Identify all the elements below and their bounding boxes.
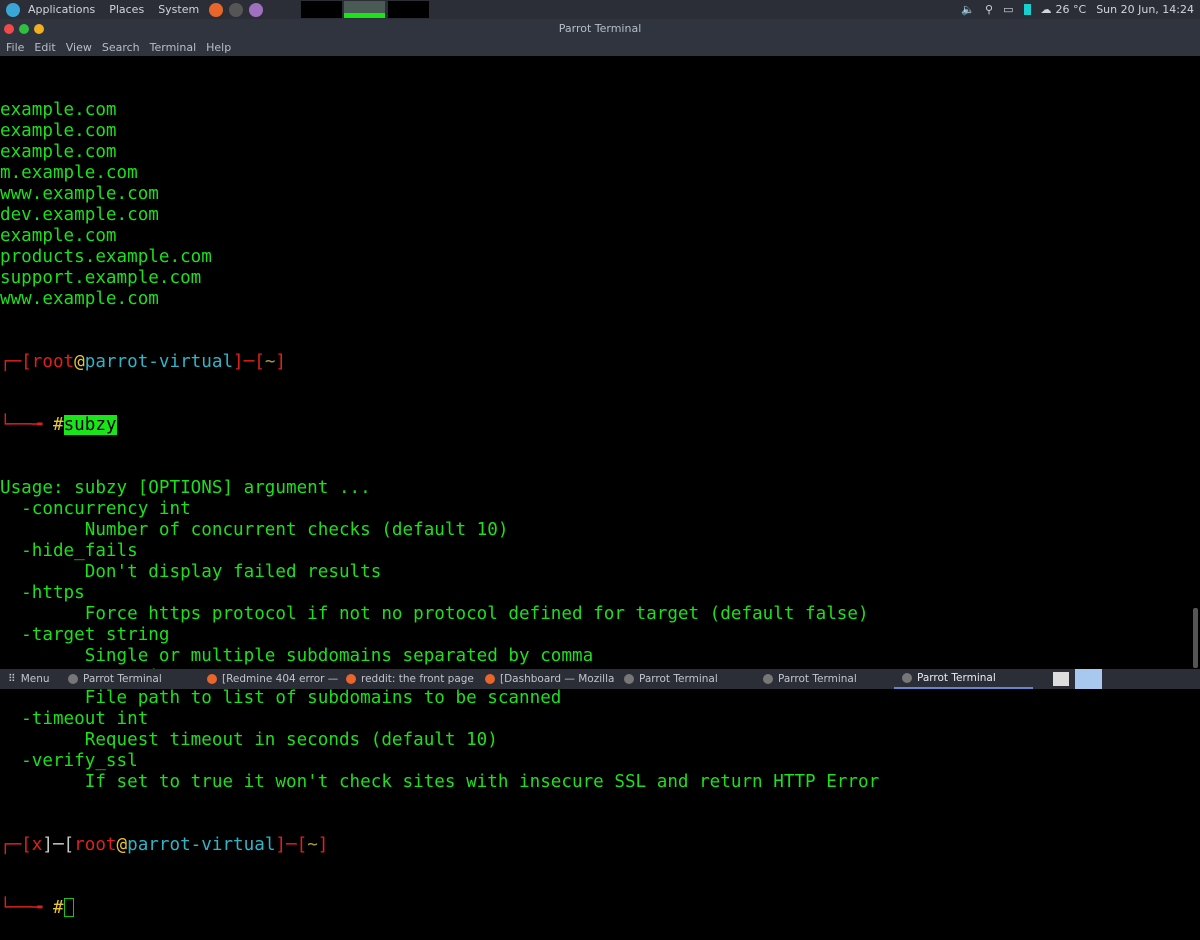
display-icon[interactable]: ▭	[1003, 3, 1013, 16]
menu-view[interactable]: View	[66, 41, 92, 54]
system-menu[interactable]: System	[158, 3, 199, 16]
cpu-monitor	[301, 1, 342, 18]
output-line: Request timeout in seconds (default 10)	[0, 730, 498, 750]
terminal-output[interactable]: example.com example.com example.com m.examp…	[0, 58, 1190, 918]
terminal-icon[interactable]	[229, 2, 244, 17]
network-monitor	[388, 1, 429, 18]
output-line: Single or multiple subdomains separated …	[0, 646, 594, 666]
output-line: -target string	[0, 625, 170, 645]
top-panel: Applications Places System 🔈 ⚲ ▭ ☁ 26 °C…	[0, 0, 1200, 19]
output-line: File path to list of subdomains to be sc…	[0, 688, 562, 708]
prompt-line: ┌─[root@parrot-virtual]─[~]	[0, 352, 287, 372]
battery-icon[interactable]	[1023, 4, 1031, 15]
menu-search[interactable]: Search	[102, 41, 140, 54]
domain-line: example.com	[0, 121, 117, 141]
domain-line: www.example.com	[0, 289, 159, 309]
applications-menu[interactable]: Applications	[28, 3, 95, 16]
menu-file[interactable]: File	[6, 41, 24, 54]
taskbar-item-label: Parrot Terminal	[917, 672, 996, 684]
temperature: 26 °C	[1055, 3, 1087, 16]
output-line: Force https protocol if not no protocol …	[0, 604, 869, 624]
taskbar-item-label: [Dashboard — Mozilla ...	[500, 673, 616, 685]
terminal-icon	[624, 674, 634, 684]
domain-line: www.example.com	[0, 184, 159, 204]
domain-line: example.com	[0, 226, 117, 246]
memory-monitor	[344, 1, 385, 18]
domain-line: dev.example.com	[0, 205, 159, 225]
prompt-line: ┌─[x]─[root@parrot-virtual]─[~]	[0, 835, 329, 855]
command: subzy	[63, 415, 117, 435]
weather-icon[interactable]: ☁	[1041, 3, 1052, 16]
minimize-button[interactable]	[34, 24, 44, 34]
parrot-logo-icon[interactable]	[6, 2, 20, 17]
domain-line: m.example.com	[0, 163, 138, 183]
terminal-icon	[763, 674, 773, 684]
window-titlebar: Parrot Terminal	[0, 19, 1200, 38]
show-desktop-button[interactable]	[1075, 669, 1102, 689]
output-line: Usage: subzy [OPTIONS] argument ...	[0, 478, 371, 498]
close-button[interactable]	[4, 24, 14, 34]
terminal-icon	[902, 673, 912, 683]
command-line: └──╼ #subzy	[0, 415, 117, 435]
output-line: If set to true it won't check sites with…	[0, 772, 880, 792]
taskbar-item[interactable]: Parrot Terminal	[755, 669, 894, 689]
menu-terminal[interactable]: Terminal	[150, 41, 197, 54]
taskbar-item-label: Parrot Terminal	[83, 673, 162, 685]
taskbar-item-label: Parrot Terminal	[778, 673, 857, 685]
workspace-switcher[interactable]	[1053, 672, 1069, 686]
taskbar: ⠿ Menu Parrot Terminal [Redmine 404 error …	[0, 669, 1200, 689]
output-line: Number of concurrent checks (default 10)	[0, 520, 509, 540]
firefox-icon[interactable]	[209, 2, 224, 17]
scrollbar[interactable]	[1193, 58, 1198, 668]
input-line[interactable]: └──╼ #	[0, 898, 1190, 919]
menu-bar: File Edit View Search Terminal Help	[0, 38, 1200, 56]
firefox-icon	[346, 674, 356, 684]
taskbar-item[interactable]: Parrot Terminal	[894, 669, 1033, 689]
output-line: -https	[0, 583, 85, 603]
firefox-icon	[207, 674, 217, 684]
terminal-icon	[68, 674, 78, 684]
taskbar-item[interactable]: [Dashboard — Mozilla ...	[477, 669, 616, 689]
taskbar-item-label: Parrot Terminal	[639, 673, 718, 685]
domain-line: support.example.com	[0, 268, 202, 288]
menu-button[interactable]: ⠿ Menu	[0, 673, 60, 685]
volume-icon[interactable]: 🔈	[961, 3, 975, 16]
output-line: -timeout int	[0, 709, 149, 729]
firefox-icon	[485, 674, 495, 684]
cursor	[63, 898, 74, 917]
grid-icon: ⠿	[8, 673, 16, 685]
domain-line: example.com	[0, 142, 117, 162]
taskbar-item[interactable]: Parrot Terminal	[616, 669, 755, 689]
output-line: -concurrency int	[0, 499, 191, 519]
output-line: Don't display failed results	[0, 562, 382, 582]
domain-line: products.example.com	[0, 247, 212, 267]
window-title: Parrot Terminal	[558, 22, 642, 35]
clock[interactable]: Sun 20 Jun, 14:24	[1096, 3, 1194, 16]
maximize-button[interactable]	[19, 24, 29, 34]
output-line: -verify_ssl	[0, 751, 138, 771]
places-menu[interactable]: Places	[109, 3, 144, 16]
taskbar-item[interactable]: reddit: the front page of ...	[338, 669, 477, 689]
menu-edit[interactable]: Edit	[34, 41, 55, 54]
menu-help[interactable]: Help	[206, 41, 231, 54]
location-icon[interactable]: ⚲	[985, 3, 993, 16]
taskbar-item-label: reddit: the front page of ...	[361, 673, 477, 685]
output-line: -hide_fails	[0, 541, 138, 561]
taskbar-item[interactable]: Parrot Terminal	[60, 669, 199, 689]
taskbar-item-label: [Redmine 404 error — ...	[222, 673, 338, 685]
domain-line: example.com	[0, 100, 117, 120]
taskbar-item[interactable]: [Redmine 404 error — ...	[199, 669, 338, 689]
text-editor-icon[interactable]	[249, 2, 264, 17]
